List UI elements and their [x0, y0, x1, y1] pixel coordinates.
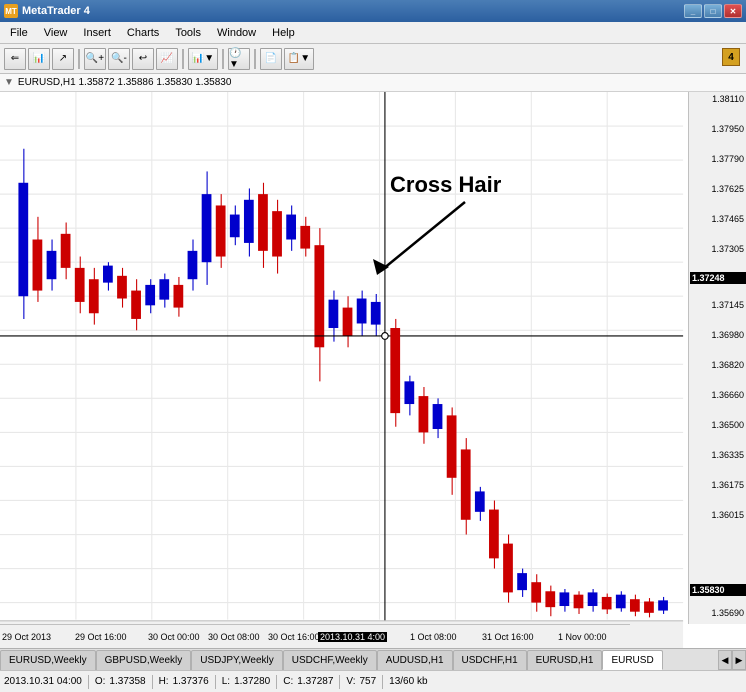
status-sep-4 — [276, 675, 277, 689]
toolbar-sep-1 — [78, 49, 80, 69]
minimize-button[interactable]: _ — [684, 4, 702, 18]
time-label-crosshair: 2013.10.31 4:00 — [318, 632, 387, 642]
price-12: 1.36500 — [711, 420, 744, 430]
menu-insert[interactable]: Insert — [75, 25, 119, 41]
price-10: 1.36820 — [711, 360, 744, 370]
crosshair-price: 1.37248 — [690, 272, 746, 284]
chart-header-arrow: ▼ — [4, 77, 14, 88]
price-6: 1.37305 — [711, 244, 744, 254]
status-bar: 2013.10.31 04:00 O: 1.37358 H: 1.37376 L… — [0, 670, 746, 692]
price-8: 1.37145 — [711, 300, 744, 310]
status-close-label: C: — [283, 676, 293, 687]
status-datetime: 2013.10.31 04:00 — [4, 676, 82, 687]
price-9: 1.36980 — [711, 330, 744, 340]
app-icon: MT — [4, 4, 18, 18]
toolbar-btn-1[interactable]: ⇐ — [4, 48, 26, 70]
title-bar: MT MetaTrader 4 _ □ ✕ — [0, 0, 746, 22]
status-high-value: 1.37376 — [173, 676, 209, 687]
time-label-4: 30 Oct 16:00 — [268, 632, 320, 642]
price-2: 1.37950 — [711, 124, 744, 134]
toolbar-zoom-out[interactable]: 🔍- — [108, 48, 130, 70]
time-label-2: 30 Oct 00:00 — [148, 632, 200, 642]
price-14: 1.36175 — [711, 480, 744, 490]
tab-eurusd-active[interactable]: EURUSD — [602, 650, 662, 670]
title-bar-left: MT MetaTrader 4 — [4, 4, 90, 18]
time-label-0: 29 Oct 2013 — [2, 632, 51, 642]
status-sep-6 — [382, 675, 383, 689]
status-sep-5 — [339, 675, 340, 689]
time-label-5: 1 Oct 08:00 — [410, 632, 457, 642]
toolbar-badge: 4 — [722, 48, 740, 66]
status-close-value: 1.37287 — [297, 676, 333, 687]
menu-bar: File View Insert Charts Tools Window Hel… — [0, 22, 746, 44]
tab-usdjpy-weekly[interactable]: USDJPY,Weekly — [191, 650, 283, 670]
tab-usdchf-h1[interactable]: USDCHF,H1 — [453, 650, 527, 670]
app-title: MetaTrader 4 — [22, 5, 90, 17]
price-axis: 1.38110 1.37950 1.37790 1.37625 1.37465 … — [688, 92, 746, 624]
status-volume-value: 757 — [359, 676, 376, 687]
status-low-value: 1.37280 — [234, 676, 270, 687]
price-4: 1.37625 — [711, 184, 744, 194]
toolbar-sep-4 — [254, 49, 256, 69]
menu-tools[interactable]: Tools — [167, 25, 209, 41]
tab-eurusd-h1[interactable]: EURUSD,H1 — [527, 650, 603, 670]
price-11: 1.36660 — [711, 390, 744, 400]
chart-container: ▼ EURUSD,H1 1.35872 1.35886 1.35830 1.35… — [0, 74, 746, 648]
menu-file[interactable]: File — [2, 25, 36, 41]
toolbar: ⇐ 📊 ↗ 🔍+ 🔍- ↩ 📈 📊▼ 🕐▼ 📄 📋▼ 4 — [0, 44, 746, 74]
status-sep-3 — [215, 675, 216, 689]
chart-svg — [0, 92, 746, 648]
chart-header-info: EURUSD,H1 1.35872 1.35886 1.35830 1.3583… — [18, 77, 232, 88]
status-open-value: 1.37358 — [109, 676, 145, 687]
toolbar-btn-8[interactable]: 📋▼ — [284, 48, 314, 70]
menu-view[interactable]: View — [36, 25, 76, 41]
status-high-label: H: — [159, 676, 169, 687]
time-label-1: 29 Oct 16:00 — [75, 632, 127, 642]
chart-header: ▼ EURUSD,H1 1.35872 1.35886 1.35830 1.35… — [0, 74, 746, 92]
price-5: 1.37465 — [711, 214, 744, 224]
toolbar-btn-5[interactable]: 📈 — [156, 48, 178, 70]
close-button[interactable]: ✕ — [724, 4, 742, 18]
tab-scroll-right[interactable]: ▶ — [732, 650, 746, 670]
toolbar-zoom-in[interactable]: 🔍+ — [84, 48, 106, 70]
tab-bar: EURUSD,Weekly GBPUSD,Weekly USDJPY,Weekl… — [0, 648, 746, 670]
price-17: 1.35690 — [711, 608, 744, 618]
toolbar-btn-7[interactable]: 📄 — [260, 48, 282, 70]
status-sep-1 — [88, 675, 89, 689]
chart-area[interactable]: 29 Oct 2013 29 Oct 16:00 30 Oct 00:00 30… — [0, 92, 746, 648]
tab-audusd-h1[interactable]: AUDUSD,H1 — [377, 650, 453, 670]
toolbar-btn-4[interactable]: ↩ — [132, 48, 154, 70]
status-volume-label: V: — [346, 676, 355, 687]
menu-charts[interactable]: Charts — [119, 25, 167, 41]
status-size: 13/60 kb — [389, 676, 427, 687]
current-price: 1.35830 — [690, 584, 746, 596]
toolbar-btn-2[interactable]: 📊 — [28, 48, 50, 70]
time-label-3: 30 Oct 08:00 — [208, 632, 260, 642]
price-1: 1.38110 — [712, 94, 744, 104]
time-label-7: 1 Nov 00:00 — [558, 632, 607, 642]
toolbar-btn-6[interactable]: 📊▼ — [188, 48, 218, 70]
price-3: 1.37790 — [711, 154, 744, 164]
tab-gbpusd-weekly[interactable]: GBPUSD,Weekly — [96, 650, 192, 670]
status-low-label: L: — [222, 676, 230, 687]
tab-eurusd-weekly[interactable]: EURUSD,Weekly — [0, 650, 96, 670]
tab-scroll: ◀ ▶ — [718, 650, 746, 670]
price-15: 1.36015 — [711, 510, 744, 520]
time-label-6: 31 Oct 16:00 — [482, 632, 534, 642]
toolbar-sep-2 — [182, 49, 184, 69]
status-open-label: O: — [95, 676, 106, 687]
menu-window[interactable]: Window — [209, 25, 264, 41]
toolbar-btn-3[interactable]: ↗ — [52, 48, 74, 70]
maximize-button[interactable]: □ — [704, 4, 722, 18]
toolbar-sep-3 — [222, 49, 224, 69]
tab-scroll-left[interactable]: ◀ — [718, 650, 732, 670]
toolbar-clock[interactable]: 🕐▼ — [228, 48, 250, 70]
menu-help[interactable]: Help — [264, 25, 303, 41]
price-13: 1.36335 — [711, 450, 744, 460]
title-bar-controls[interactable]: _ □ ✕ — [684, 4, 742, 18]
tab-usdchf-weekly[interactable]: USDCHF,Weekly — [283, 650, 377, 670]
status-sep-2 — [152, 675, 153, 689]
time-axis: 29 Oct 2013 29 Oct 16:00 30 Oct 00:00 30… — [0, 624, 630, 648]
